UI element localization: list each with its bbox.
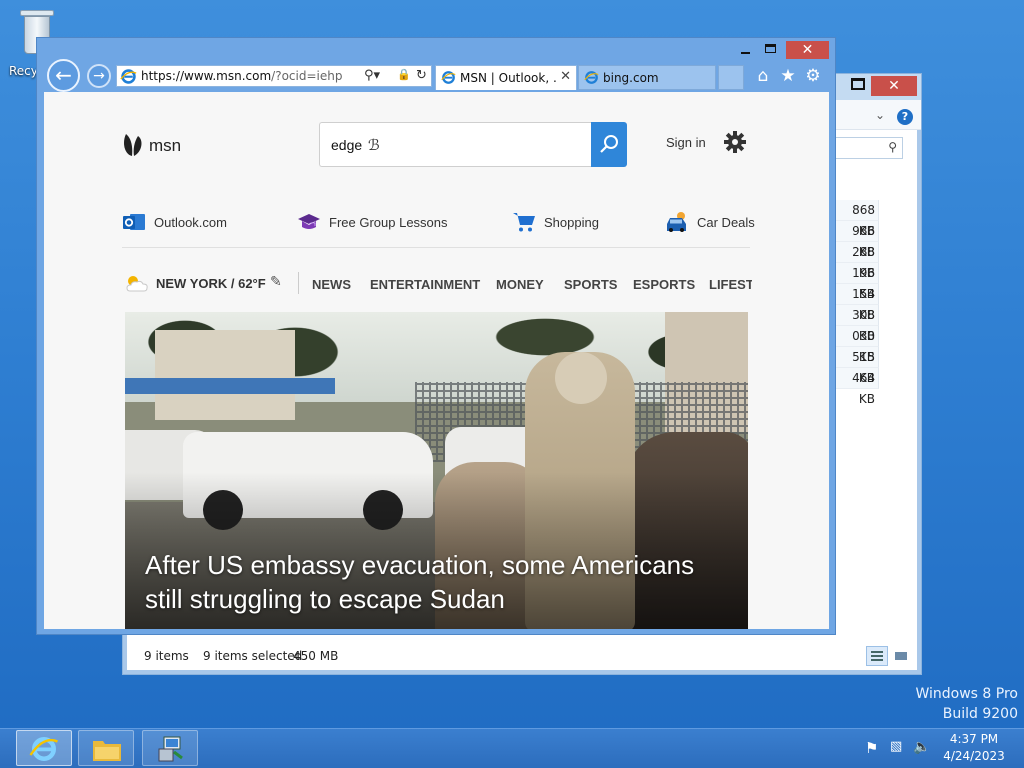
edit-location-pencil-icon[interactable]: ✎ [270, 274, 282, 290]
file-size-cell: 868 KB [835, 200, 879, 238]
file-size-cell: 464 KB [835, 368, 879, 406]
new-tab-button[interactable] [718, 65, 744, 90]
action-center-flag-icon[interactable]: ⚑ [865, 739, 878, 757]
file-size-cell: 196 KB [835, 263, 879, 301]
favorites-star-icon[interactable]: ★ [778, 66, 798, 86]
explorer-maximize-button[interactable] [851, 78, 865, 90]
internet-explorer-window[interactable]: ✕ ← → https://www.msn.com/?ocid=iehp ⚲▾ … [36, 37, 836, 635]
ribbon-expand-chevron-icon[interactable]: ⌄ [875, 108, 885, 122]
tab-label: MSN | Outlook, ... [460, 71, 556, 85]
tab-bing[interactable]: bing.com [578, 65, 716, 90]
status-item-count: 9 items [144, 649, 189, 663]
refresh-icon[interactable]: ↻ [416, 68, 427, 83]
tab-msn[interactable]: MSN | Outlook, ... ✕ [435, 65, 577, 90]
tools-gear-icon[interactable]: ⚙ [803, 66, 823, 86]
nav-separator [298, 272, 299, 294]
search-icon: ⚲ [888, 140, 897, 154]
search-input-value: edge [331, 137, 363, 153]
address-url[interactable]: https://www.msn.com/?ocid=iehp [141, 69, 342, 83]
file-size-cell: 308 KB [835, 305, 879, 343]
car-icon [667, 212, 686, 232]
clock-time: 4:37 PM [949, 732, 999, 746]
quick-link-outlook[interactable]: Outlook.com [122, 210, 242, 236]
taskbar-file-explorer[interactable] [78, 730, 134, 766]
nav-news[interactable]: NEWS [312, 277, 351, 292]
nav-lifestyle-clip: LIFESTYLE [704, 272, 752, 296]
nav-entertainment[interactable]: ENTERTAINMENT [370, 277, 480, 292]
partly-sunny-icon [126, 276, 148, 292]
nav-money[interactable]: MONEY [496, 277, 544, 292]
status-selected-count: 9 items selected [203, 649, 303, 663]
msn-butterfly-icon [124, 134, 142, 156]
address-bar[interactable]: https://www.msn.com/?ocid=iehp ⚲▾ 🔒 ↻ [116, 65, 432, 87]
file-size-cell: 154 KB [835, 284, 879, 322]
graduation-cap-icon [298, 214, 320, 229]
status-selected-size: 450 MB [293, 649, 339, 663]
ie-maximize-button[interactable] [759, 41, 781, 59]
quick-links-divider [122, 247, 750, 248]
clock-date: 4/24/2023 [943, 749, 1005, 763]
file-size-cell: 288 KB [835, 242, 879, 280]
volume-muted-icon[interactable]: 🔈 [913, 739, 930, 755]
explorer-search-input[interactable]: ⚲ [835, 137, 903, 159]
large-icons-view-button[interactable] [890, 646, 912, 666]
settings-gear-icon[interactable] [723, 130, 747, 154]
sign-in-link[interactable]: Sign in [666, 135, 706, 150]
ie-close-button[interactable]: ✕ [786, 41, 829, 59]
internet-explorer-icon [29, 737, 58, 761]
explorer-close-button[interactable]: ✕ [871, 76, 917, 96]
lock-icon[interactable]: 🔒 [397, 68, 411, 81]
ie-minimize-button[interactable] [735, 41, 757, 59]
folder-icon [93, 741, 121, 761]
quick-link-shopping[interactable]: Shopping [512, 210, 612, 236]
hero-headline[interactable]: After US embassy evacuation, some Americ… [145, 548, 735, 616]
explorer-status-bar: 9 items 9 items selected 450 MB [123, 642, 921, 672]
nav-sports[interactable]: SPORTS [564, 277, 617, 292]
taskbar-installer-app[interactable] [142, 730, 198, 766]
quick-link-car-deals[interactable]: Car Deals [665, 210, 765, 236]
ie-tab-icon [584, 71, 599, 84]
tab-close-icon[interactable]: ✕ [560, 69, 571, 84]
installer-computer-icon [158, 736, 183, 762]
text-cursor-icon: ℬ [368, 136, 380, 154]
ie-tab-icon [441, 71, 456, 84]
file-size-column: 868 KB 986 KB 288 KB 196 KB 154 KB 308 K… [835, 200, 879, 406]
ie-page-icon [120, 69, 137, 84]
outlook-icon [123, 214, 145, 230]
file-size-cell: 986 KB [835, 221, 879, 259]
search-dropdown-icon[interactable]: ⚲▾ [364, 68, 380, 83]
nav-lifestyle[interactable]: LIFESTYLE [709, 277, 752, 292]
tab-label: bing.com [603, 71, 659, 85]
network-icon[interactable]: ▧ [890, 739, 902, 754]
details-view-button[interactable] [866, 646, 888, 666]
search-button[interactable] [591, 122, 627, 167]
home-icon[interactable]: ⌂ [753, 66, 773, 86]
msn-logo[interactable]: msn [122, 128, 192, 162]
shopping-cart-icon [513, 213, 535, 232]
page-viewport[interactable]: msn edge ℬ Sign in Outlook.com Free Grou… [44, 92, 829, 629]
nav-esports[interactable]: ESPORTS [633, 277, 695, 292]
file-size-cell: 515 KB [835, 347, 879, 385]
help-icon[interactable]: ? [897, 109, 913, 125]
forward-button[interactable]: → [87, 64, 111, 88]
back-button[interactable]: ← [47, 59, 80, 92]
search-input[interactable]: edge ℬ [319, 122, 591, 167]
quick-link-free-group-lessons[interactable]: Free Group Lessons [297, 210, 457, 236]
hero-news-card[interactable]: After US embassy evacuation, some Americ… [125, 312, 748, 629]
taskbar-clock[interactable]: 4:37 PM 4/24/2023 [938, 731, 1010, 765]
search-icon [600, 135, 618, 153]
file-size-cell: 030 KB [835, 326, 879, 364]
taskbar-internet-explorer[interactable] [16, 730, 72, 766]
windows-watermark: Windows 8 Pro Build 9200 [915, 686, 1018, 722]
